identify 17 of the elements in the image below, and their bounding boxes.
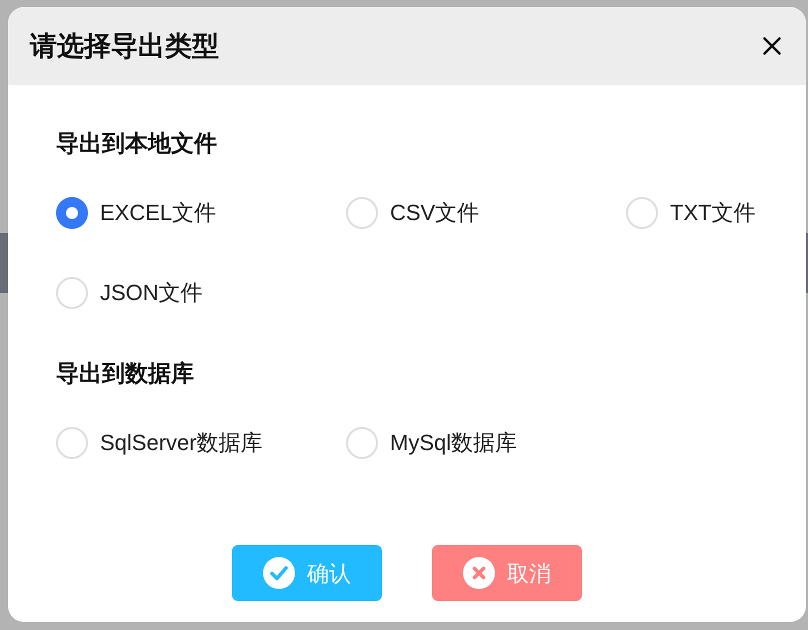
radio-button[interactable] — [626, 197, 658, 229]
radio-label[interactable]: CSV文件 — [390, 198, 480, 228]
radio-button[interactable] — [56, 277, 88, 309]
section-heading: 导出到本地文件 — [56, 129, 217, 157]
radio-button[interactable] — [346, 197, 378, 229]
section-heading: 导出到数据库 — [56, 359, 194, 387]
radio-button[interactable] — [56, 427, 88, 459]
x-circle-icon — [463, 557, 495, 589]
dialog-title: 请选择导出类型 — [30, 30, 219, 63]
radio-label[interactable]: MySql数据库 — [390, 428, 518, 458]
radio-button[interactable] — [346, 427, 378, 459]
radio-button[interactable] — [56, 197, 88, 229]
radio-label[interactable]: JSON文件 — [100, 278, 203, 308]
radio-label[interactable]: SqlServer数据库 — [100, 428, 263, 458]
radio-label[interactable]: EXCEL文件 — [100, 198, 216, 228]
check-circle-icon — [263, 557, 295, 589]
radio-label[interactable]: TXT文件 — [670, 198, 756, 228]
